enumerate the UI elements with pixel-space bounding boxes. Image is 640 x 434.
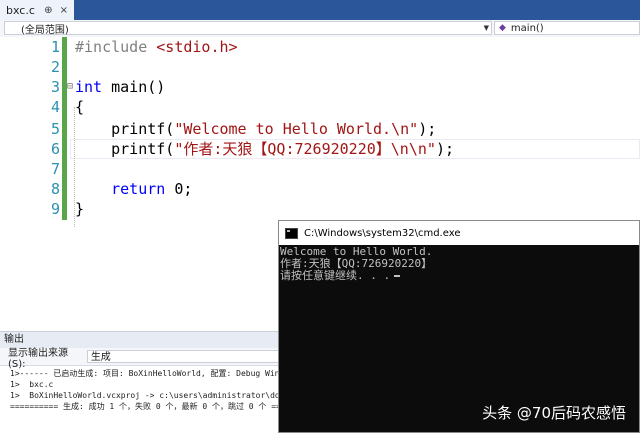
- line-number: 3: [50, 78, 60, 96]
- log-line: ========== 生成: 成功 1 个，失败 0 个，最新 0 个，跳过 0…: [10, 402, 280, 411]
- collapse-icon[interactable]: ⊟: [67, 77, 73, 97]
- console-body: Welcome to Hello World. 作者:天狼【QQ:7269202…: [279, 245, 639, 282]
- code-text: printf("作者:天狼【QQ:726920220】\n\n");: [75, 139, 454, 159]
- log-line: 1> BoXinHelloWorld.vcxproj -> c:\users\a…: [10, 391, 280, 400]
- cmd-icon: [285, 227, 298, 239]
- console-title: C:\Windows\system32\cmd.exe: [304, 227, 461, 239]
- console-cursor: [394, 275, 401, 277]
- code-token: );: [418, 120, 437, 138]
- function-icon: ◆: [499, 23, 506, 33]
- output-log[interactable]: 1>------ 已启动生成: 项目: BoXinHelloWorld, 配置:…: [0, 365, 280, 434]
- string-token: "Welcome to Hello World.\n": [174, 120, 419, 138]
- code-text: return 0;: [75, 179, 192, 199]
- console-titlebar[interactable]: C:\Windows\system32\cmd.exe: [279, 221, 639, 245]
- line-number: 7: [50, 160, 60, 178]
- code-line[interactable]: 6 printf("作者:天狼【QQ:726920220】\n\n");: [0, 139, 640, 159]
- output-source-label: 显示输出来源(S):: [8, 347, 68, 370]
- code-line[interactable]: 3 ⊟ int main(): [0, 77, 640, 97]
- watermark: 头条 @70后码农感悟: [482, 404, 626, 422]
- code-text: #include <stdio.h>: [75, 37, 238, 57]
- line-number: 8: [50, 180, 60, 198]
- output-panel: 输出 显示输出来源(S): 生成 1>------ 已启动生成: 项目: BoX…: [0, 331, 280, 434]
- scope-dropdown[interactable]: (全局范围) ▼: [4, 21, 492, 36]
- string-token: "作者:天狼【QQ:726920220】\n\n": [174, 140, 436, 158]
- code-token: printf(: [75, 120, 175, 138]
- function-dropdown[interactable]: ◆ main(): [494, 21, 640, 35]
- output-source-select[interactable]: 生成: [86, 350, 280, 363]
- preprocessor-token: #include: [75, 38, 157, 56]
- code-line[interactable]: 4 {: [0, 97, 640, 117]
- log-line: 1> bxc.c: [10, 380, 54, 389]
- document-tab-strip: bxc.c ⊕ ×: [0, 0, 640, 20]
- code-text: printf("Welcome to Hello World.\n");: [75, 119, 436, 139]
- line-number: 1: [50, 38, 60, 56]
- code-text: }: [75, 200, 85, 218]
- line-number: 5: [50, 120, 60, 138]
- line-number: 9: [50, 200, 60, 218]
- keyword-token: return: [75, 180, 166, 198]
- log-line: 1>------ 已启动生成: 项目: BoXinHelloWorld, 配置:…: [10, 369, 280, 378]
- chevron-down-icon: ▼: [483, 24, 489, 32]
- console-line: 请按任意键继续. . .: [280, 270, 639, 282]
- file-tab-label: bxc.c: [6, 3, 35, 17]
- header-token: <stdio.h>: [156, 38, 238, 56]
- navigation-bar: (全局范围) ▼ ◆ main(): [0, 20, 640, 38]
- console-prompt-text: 请按任意键继续. . .: [280, 269, 391, 282]
- tab-pin-close-icons[interactable]: ⊕ ×: [44, 5, 70, 16]
- code-line[interactable]: 9 }: [0, 199, 640, 219]
- code-text: int main(): [75, 77, 165, 97]
- line-number: 6: [50, 140, 60, 158]
- code-text: {: [75, 98, 85, 116]
- scope-dropdown-value: (全局范围): [21, 24, 69, 36]
- line-number: 2: [50, 58, 60, 76]
- code-line[interactable]: 8 return 0;: [0, 179, 640, 199]
- code-line[interactable]: 5 printf("Welcome to Hello World.\n");: [0, 119, 640, 139]
- code-token: printf(: [75, 140, 175, 158]
- function-dropdown-value: main(): [510, 22, 544, 34]
- code-token: main(): [102, 78, 166, 96]
- code-token: );: [435, 140, 454, 158]
- keyword-token: int: [75, 78, 103, 96]
- code-line[interactable]: 7: [0, 159, 640, 179]
- code-line[interactable]: 2: [0, 57, 640, 77]
- file-tab[interactable]: bxc.c ⊕ ×: [0, 0, 74, 20]
- code-line[interactable]: 1 #include <stdio.h>: [0, 37, 640, 57]
- line-number: 4: [50, 98, 60, 116]
- code-token: 0;: [165, 180, 193, 198]
- output-source-row: 显示输出来源(S): 生成: [0, 348, 280, 370]
